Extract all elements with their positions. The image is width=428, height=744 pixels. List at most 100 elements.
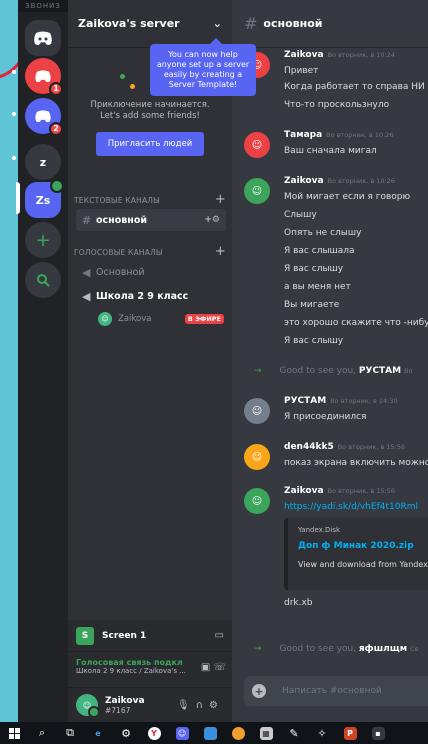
voice-channels-category[interactable]: ГОЛОСОВЫЕ КАНАЛЫ + (74, 245, 226, 258)
server-header[interactable]: Zaikova's server ⌄ (68, 0, 232, 48)
app-icon[interactable]: ▪ (364, 722, 392, 744)
live-badge: В ЭФИРЕ (184, 314, 224, 324)
server-label: Zs (35, 193, 51, 207)
message-text: Опять не слышу (284, 228, 362, 238)
channel-sidebar: Zaikova's server ⌄ You can now help anyo… (68, 0, 256, 722)
channel-osnovnoy[interactable]: # основной +⚙ (76, 209, 226, 231)
avatar[interactable]: ☺ (244, 444, 270, 470)
screen-share-label: Screen 1 (102, 630, 147, 641)
powerpoint-icon[interactable]: P (336, 722, 364, 744)
text-channels-category[interactable]: ТЕКСТОВЫЕ КАНАЛЫ + (74, 193, 226, 206)
tools-icon[interactable]: ✧ (308, 722, 336, 744)
desktop-dot (12, 112, 16, 116)
message-text: это хорошо скажите что -нибу (284, 318, 428, 328)
windows-start-icon[interactable] (0, 722, 28, 744)
message-author[interactable]: Zaikova Во вторник, в 15:56 (284, 486, 395, 496)
avatar: ☺ (98, 312, 112, 326)
avatar[interactable]: ☺ (244, 178, 270, 204)
category-label: ТЕКСТОВЫЕ КАНАЛЫ (74, 196, 160, 205)
user-panel: ☺ Zaikova #7167 🎙∩⚙ (68, 688, 232, 722)
disconnect-icon[interactable]: ▣ ☏ (201, 662, 226, 673)
avatar[interactable]: ☺ (244, 132, 270, 158)
desktop-dot (12, 156, 16, 160)
message-author[interactable]: РУСТАМ Во вторник, в 14:30 (284, 396, 398, 406)
voice-channel-osnovnoy[interactable]: ◀ Основной (76, 261, 226, 283)
message-input[interactable] (280, 685, 410, 697)
attach-plus-icon[interactable]: + (252, 684, 266, 698)
user-tag: #7167 (105, 705, 131, 715)
server-icon[interactable]: 1 (25, 58, 63, 96)
message-author[interactable]: den44kk5 Во вторник, в 15:56 (284, 442, 405, 452)
join-username[interactable]: РУСТАМ (359, 366, 401, 376)
user-name: Zaikova (105, 695, 145, 706)
arrow-right-icon: → (254, 644, 262, 654)
message-text: Ваш сначала мигал (284, 146, 377, 156)
server-name: Zaikova's server (78, 17, 180, 30)
embed-provider: Yandex.Disk (298, 526, 341, 534)
message-text: Слышу (284, 210, 317, 220)
message-text: Я вас слышу (284, 264, 344, 274)
server-icon-zs[interactable]: Zs (25, 179, 64, 218)
message-link[interactable]: https://yadi.sk/d/vhEf4t10Rml (284, 502, 418, 512)
channel-settings-icons[interactable]: +⚙ (204, 215, 220, 225)
message-text: Вы мигаете (284, 300, 340, 310)
notes-icon[interactable]: ✎ (280, 722, 308, 744)
chat-header: # основной (232, 0, 428, 48)
join-username[interactable]: яфшлщм (359, 644, 407, 654)
discord-logo-icon (34, 31, 52, 45)
add-server-icon[interactable]: + (25, 222, 61, 258)
message-text: Привет (284, 66, 319, 76)
task-view-icon[interactable]: ⧉ (56, 722, 84, 744)
join-message: → Good to see you, РУСТАМ Во (254, 366, 413, 376)
embed-title-link[interactable]: Доп ф Минак 2020.zip (298, 541, 428, 551)
add-channel-icon[interactable]: + (215, 193, 226, 206)
mention-badge: 1 (49, 82, 63, 96)
server-icon[interactable]: 2 (25, 98, 63, 136)
message-author[interactable]: Zaikova Во вторник, в 10:26 (284, 176, 395, 186)
hash-icon: # (82, 213, 92, 227)
hash-icon: # (244, 14, 258, 33)
discord-home-button[interactable] (25, 20, 61, 56)
join-message: → Good to see you, яфшлщм Се (254, 644, 419, 654)
yandex-browser-icon[interactable]: Y (140, 722, 168, 744)
chrome-icon[interactable] (224, 722, 252, 744)
chevron-down-icon[interactable]: ⌄ (213, 17, 222, 30)
file-explorer-icon[interactable] (196, 722, 224, 744)
settings-icon[interactable]: ⚙ (112, 722, 140, 744)
avatar[interactable]: ☺ (244, 398, 270, 424)
chat-area: # основной ☺ Zaikova Во вторник, в 10:24 … (232, 0, 428, 722)
voice-member[interactable]: ☺ Zaikova В ЭФИРЕ (98, 310, 224, 328)
screen-share-icon: S (76, 626, 94, 645)
channel-label: Школа 2 9 класс (96, 290, 189, 302)
search-icon[interactable]: ⌕ (28, 722, 56, 744)
category-label: ГОЛОСОВЫЕ КАНАЛЫ (74, 248, 163, 257)
avatar[interactable]: ☺ (76, 694, 100, 718)
server-status-badge (50, 179, 64, 193)
discord-logo-icon (35, 109, 51, 122)
speaker-icon: ◀ (82, 265, 91, 279)
message-author[interactable]: Zaikova Во вторник, в 10:24 (284, 50, 395, 60)
message-text: Я вас слышала (284, 246, 355, 256)
avatar[interactable]: ☺ (244, 488, 270, 514)
explore-servers-icon[interactable] (25, 262, 61, 298)
desktop-background (0, 0, 28, 722)
discord-logo-icon (35, 69, 51, 82)
voice-channel-school[interactable]: ◀ Школа 2 9 класс (76, 285, 226, 307)
screen-settings-icon[interactable]: ▭ (215, 630, 224, 641)
message-text: Когда работает то справа НИ (284, 82, 425, 92)
voice-member-name: Zaikova (118, 314, 152, 324)
server-icon-z[interactable]: z (25, 144, 61, 180)
message-text: Я присоединился (284, 412, 367, 422)
voice-status[interactable]: Голосовая связь подкл (76, 658, 186, 667)
selected-server-indicator (16, 182, 20, 214)
voice-connected-panel: Голосовая связь подкл Школа 2 9 класс / … (68, 652, 232, 688)
mic-headset-settings-icons[interactable]: 🎙∩⚙ (177, 700, 224, 711)
message-author[interactable]: Тамара Во вторник, в 10:26 (284, 130, 394, 140)
add-channel-icon[interactable]: + (215, 245, 226, 258)
discord-taskbar-icon[interactable]: ☺ (168, 722, 196, 744)
rail-top-label: ЗВОНИЗ (18, 0, 68, 12)
welcome-line-1: Приключение начинается. (90, 100, 210, 110)
invite-people-button[interactable]: Пригласить людей (95, 132, 205, 156)
calculator-icon[interactable]: ▦ (252, 722, 280, 744)
edge-icon[interactable]: e (84, 722, 112, 744)
